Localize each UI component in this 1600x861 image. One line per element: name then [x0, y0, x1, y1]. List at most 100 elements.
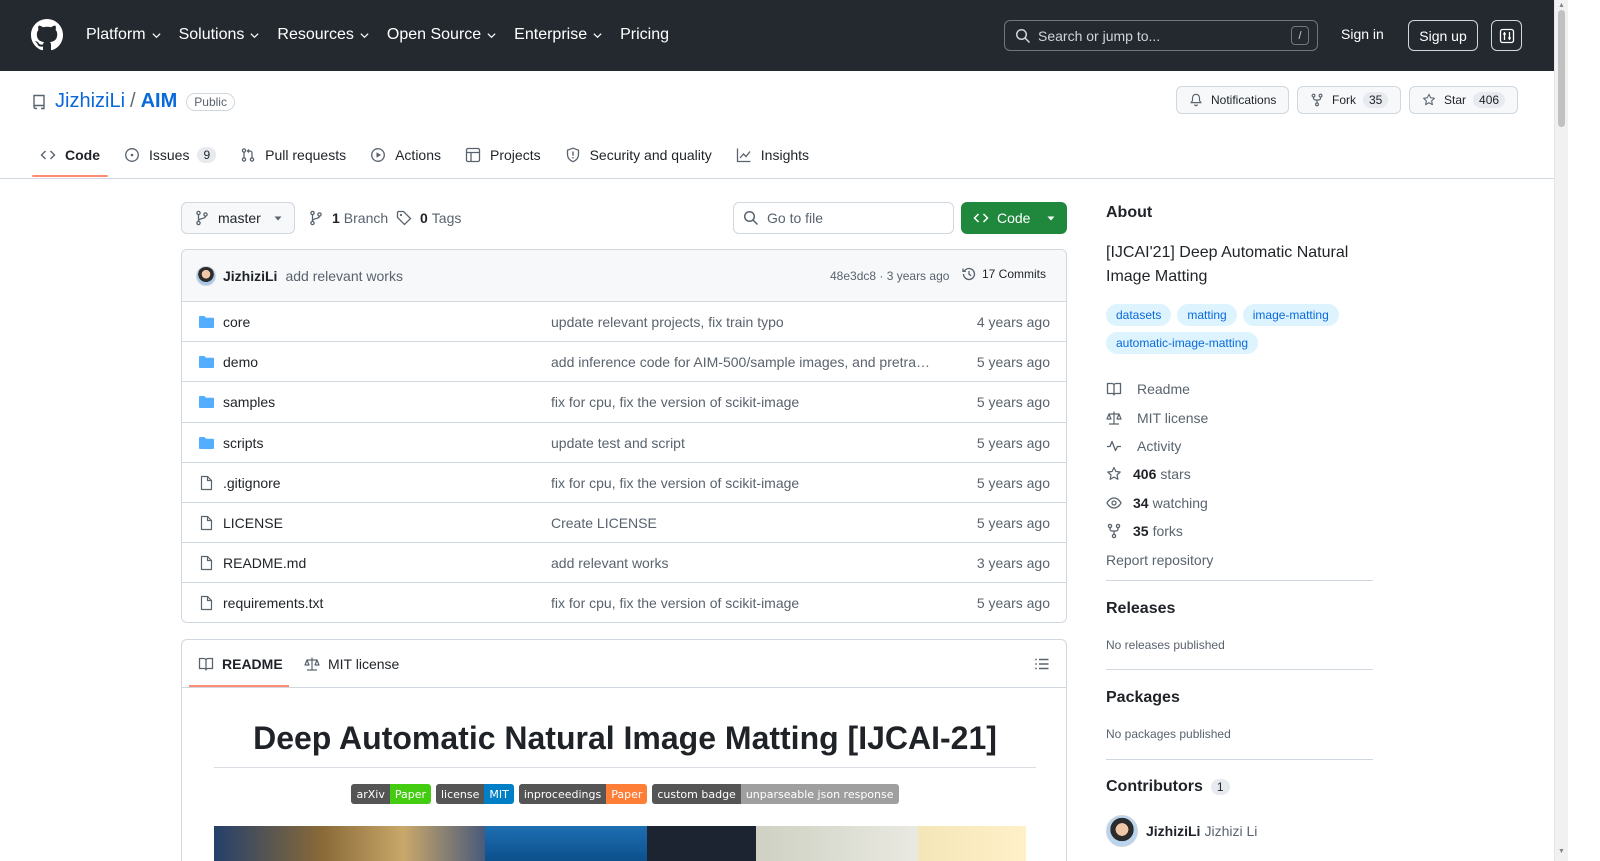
shield-badge[interactable]: arXiv Paper: [351, 784, 431, 804]
tags-link[interactable]: 0 Tags: [396, 210, 461, 226]
tab-license[interactable]: MIT license: [304, 656, 399, 672]
scrollbar-thumb[interactable]: [1558, 10, 1565, 127]
topic-tag[interactable]: image-matting: [1242, 304, 1339, 326]
branches-link[interactable]: 1 Branch: [308, 210, 388, 226]
file-name-link[interactable]: README.md: [223, 555, 306, 571]
file-commit-message-link[interactable]: update relevant projects, fix train typo: [551, 314, 931, 330]
commit-author-link[interactable]: JizhiziLi: [223, 268, 277, 284]
nav-open-source[interactable]: Open Source: [387, 22, 497, 48]
forks-link[interactable]: 35 forks: [1106, 517, 1213, 545]
folder-icon: [199, 356, 214, 369]
badge-label: custom badge: [652, 784, 741, 804]
file-name-link[interactable]: demo: [223, 354, 258, 370]
nav-pricing[interactable]: Pricing: [620, 22, 669, 48]
tag-label: Tags: [431, 210, 462, 226]
commits-history-link[interactable]: 17 Commits: [961, 266, 1046, 282]
file-row: LICENSE Create LICENSE 5 years ago: [182, 503, 1066, 544]
scroll-up-arrow-icon[interactable]: ▲: [1558, 2, 1565, 9]
file-row: demo add inference code for AIM-500/sampl…: [182, 342, 1066, 383]
fork-button[interactable]: Fork 35: [1297, 86, 1402, 114]
badge-value: Paper: [606, 784, 648, 804]
eye-icon: [1106, 497, 1122, 509]
scroll-down-arrow-icon[interactable]: ▼: [1558, 848, 1565, 855]
tab-actions[interactable]: Actions: [362, 136, 449, 174]
activity-link[interactable]: Activity: [1106, 432, 1213, 460]
badge-value: unparseable json response: [740, 784, 899, 804]
code-dropdown-button[interactable]: Code: [961, 202, 1067, 234]
nav-platform[interactable]: Platform: [86, 22, 162, 48]
shield-badge[interactable]: custom badge unparseable json response: [652, 784, 899, 804]
readme-banner-image: [214, 826, 1026, 861]
tab-projects[interactable]: Projects: [457, 136, 549, 174]
commit-message-link[interactable]: add relevant works: [285, 268, 403, 284]
file-name-link[interactable]: requirements.txt: [223, 595, 323, 611]
topic-tag[interactable]: automatic-image-matting: [1106, 332, 1259, 354]
branch-icon: [310, 210, 322, 226]
topic-tag[interactable]: datasets: [1106, 304, 1172, 326]
page-scrollbar[interactable]: ▲ ▼: [1554, 0, 1568, 861]
nav-resources[interactable]: Resources: [277, 22, 369, 48]
tab-insights[interactable]: Insights: [728, 136, 817, 174]
contributor-item[interactable]: JizhiziLi Jizhizi Li: [1106, 815, 1257, 847]
commit-hash-and-time[interactable]: 48e3dc8 · 3 years ago: [830, 269, 949, 283]
license-link[interactable]: MIT license: [1106, 403, 1213, 431]
shield-badge[interactable]: inproceedings Paper: [518, 784, 648, 804]
nav-enterprise[interactable]: Enterprise: [514, 22, 603, 48]
search-input[interactable]: Search or jump to... /: [1004, 20, 1318, 51]
readme-link[interactable]: Readme: [1106, 375, 1213, 403]
link-count: 34: [1133, 494, 1149, 511]
tab-code[interactable]: Code: [32, 136, 108, 177]
contributors-heading[interactable]: Contributors 1: [1106, 778, 1230, 796]
law-icon: [1106, 411, 1122, 425]
link-label: forks: [1152, 523, 1183, 540]
search-icon: [1015, 28, 1031, 43]
github-logo-icon[interactable]: [31, 19, 63, 51]
releases-heading[interactable]: Releases: [1106, 600, 1175, 618]
nav-solutions[interactable]: Solutions: [179, 22, 261, 48]
file-commit-message-link[interactable]: add relevant works: [551, 555, 931, 571]
chevron-down-icon: [487, 32, 496, 38]
file-name-link[interactable]: .gitignore: [223, 475, 281, 491]
file-commit-message-link[interactable]: fix for cpu, fix the version of scikit-i…: [551, 475, 931, 491]
search-icon: [743, 210, 759, 226]
stars-link[interactable]: 406 stars: [1106, 460, 1213, 488]
report-repository-link[interactable]: Report repository: [1106, 545, 1213, 573]
list-unordered-icon[interactable]: [1034, 656, 1050, 672]
tab-security[interactable]: Security and quality: [557, 136, 720, 174]
go-to-file-input[interactable]: Go to file: [733, 202, 954, 234]
sign-up-button[interactable]: Sign up: [1408, 20, 1478, 51]
topic-tag[interactable]: matting: [1177, 304, 1237, 326]
notifications-button[interactable]: Notifications: [1176, 86, 1290, 114]
issue-icon: [125, 148, 139, 162]
window-gutter: [1568, 0, 1600, 861]
repo-owner-link[interactable]: JizhiziLi: [55, 90, 125, 113]
file-name-link[interactable]: scripts: [223, 435, 263, 451]
tab-issues[interactable]: Issues 9: [116, 136, 224, 174]
tab-pull-requests[interactable]: Pull requests: [232, 136, 354, 174]
packages-empty-text: No packages published: [1106, 727, 1231, 741]
sliders-icon: [1499, 28, 1514, 43]
law-icon: [304, 657, 320, 671]
file-name-link[interactable]: core: [223, 314, 250, 330]
file-commit-message-link[interactable]: Create LICENSE: [551, 515, 931, 531]
file-name-link[interactable]: samples: [223, 394, 275, 410]
shield-badge[interactable]: license MIT: [436, 784, 514, 804]
file-name-link[interactable]: LICENSE: [223, 515, 283, 531]
repo-name-link[interactable]: AIM: [141, 90, 178, 113]
avatar[interactable]: [1106, 815, 1138, 847]
file-commit-message-link[interactable]: update test and script: [551, 435, 931, 451]
readme-title: Deep Automatic Natural Image Matting [IJ…: [214, 720, 1036, 768]
appearance-settings-button[interactable]: [1491, 20, 1522, 51]
watchers-link[interactable]: 34 watching: [1106, 489, 1213, 517]
sidebar-divider: [1106, 669, 1373, 670]
packages-heading[interactable]: Packages: [1106, 689, 1180, 707]
file-commit-message-link[interactable]: fix for cpu, fix the version of scikit-i…: [551, 394, 931, 410]
star-button[interactable]: Star 406: [1409, 86, 1519, 114]
branch-select-button[interactable]: master: [181, 202, 295, 234]
file-commit-message-link[interactable]: add inference code for AIM-500/sample im…: [551, 354, 931, 370]
tab-readme[interactable]: README: [198, 656, 283, 672]
sign-in-link[interactable]: Sign in: [1341, 26, 1384, 42]
file-commit-message-link[interactable]: fix for cpu, fix the version of scikit-i…: [551, 595, 931, 611]
avatar[interactable]: [196, 265, 216, 286]
license-tab-label: MIT license: [328, 656, 400, 672]
